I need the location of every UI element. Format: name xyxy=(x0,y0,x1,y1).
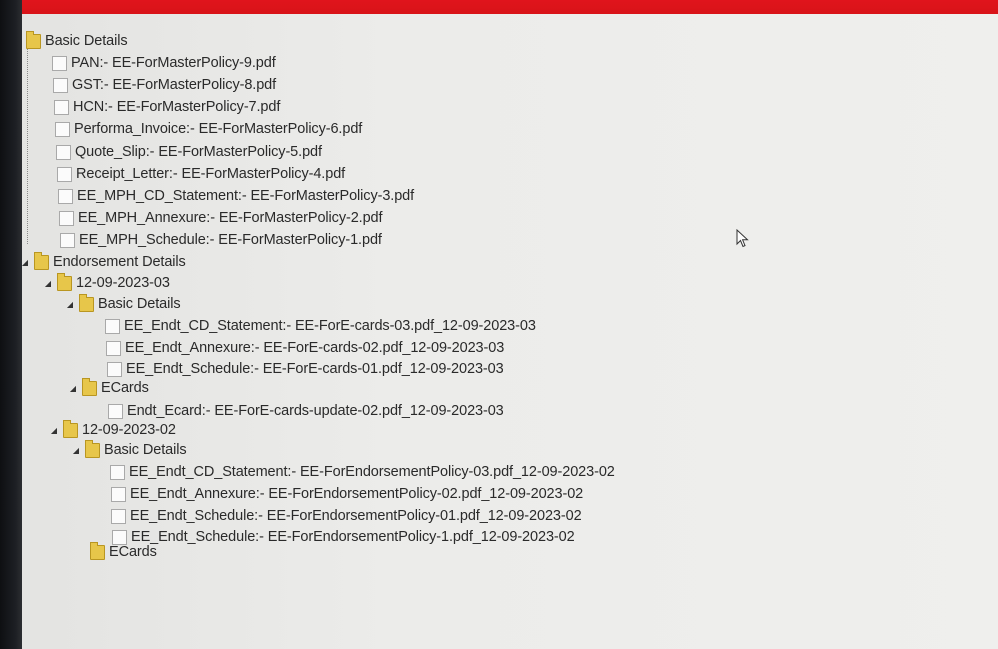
file-label: Receipt_Letter:- EE-ForMasterPolicy-4.pd… xyxy=(76,166,346,182)
folder-endorsement-details[interactable]: ◢ Endorsement Details xyxy=(16,251,186,272)
file-item[interactable]: HCN:- EE-ForMasterPolicy-7.pdf xyxy=(54,97,280,117)
file-icon xyxy=(58,188,73,204)
folder-endorsement-date[interactable]: ◢ 12-09-2023-03 xyxy=(39,272,170,293)
tree-connector xyxy=(27,44,28,244)
file-icon xyxy=(106,340,121,356)
folder-ecards[interactable]: ECards xyxy=(90,541,157,562)
file-label: HCN:- EE-ForMasterPolicy-7.pdf xyxy=(73,99,281,115)
file-label: EE_Endt_CD_Statement:- EE-ForE-cards-03.… xyxy=(124,318,536,334)
folder-endorsement-date[interactable]: ◢ 12-09-2023-02 xyxy=(45,419,176,440)
file-item[interactable]: Quote_Slip:- EE-ForMasterPolicy-5.pdf xyxy=(56,142,322,162)
file-label: EE_MPH_Schedule:- EE-ForMasterPolicy-1.p… xyxy=(79,232,382,248)
expanded-toggle-icon[interactable]: ◢ xyxy=(67,440,85,460)
file-item[interactable]: EE_Endt_Annexure:- EE-ForE-cards-02.pdf_… xyxy=(106,338,504,358)
file-icon xyxy=(55,121,70,137)
file-icon xyxy=(57,166,72,182)
file-label: EE_Endt_Schedule:- EE-ForEndorsementPoli… xyxy=(130,508,582,524)
expanded-toggle-icon[interactable]: ◢ xyxy=(45,420,63,440)
top-red-bar xyxy=(0,0,998,14)
file-label: Quote_Slip:- EE-ForMasterPolicy-5.pdf xyxy=(75,144,322,160)
file-icon xyxy=(54,99,69,115)
folder-label: Endorsement Details xyxy=(53,254,186,270)
folder-label: ECards xyxy=(101,380,149,396)
expanded-toggle-icon[interactable]: ◢ xyxy=(61,294,79,314)
folder-icon xyxy=(90,541,105,560)
mouse-cursor-icon xyxy=(736,229,749,248)
file-item[interactable]: EE_Endt_Schedule:- EE-ForEndorsementPoli… xyxy=(111,506,582,526)
file-label: EE_Endt_Annexure:- EE-ForE-cards-02.pdf_… xyxy=(125,340,505,356)
folder-label: 12-09-2023-03 xyxy=(76,275,170,291)
folder-icon xyxy=(57,272,72,291)
folder-basic-details[interactable]: ◢ Basic Details xyxy=(67,439,187,460)
folder-icon xyxy=(34,251,49,270)
folder-label: Basic Details xyxy=(98,296,181,312)
file-item[interactable]: EE_MPH_CD_Statement:- EE-ForMasterPolicy… xyxy=(58,186,414,206)
folder-ecards[interactable]: ◢ ECards xyxy=(64,377,149,398)
file-item[interactable]: EE_Endt_CD_Statement:- EE-ForEndorsement… xyxy=(110,462,615,482)
file-label: Performa_Invoice:- EE-ForMasterPolicy-6.… xyxy=(74,121,363,137)
file-icon xyxy=(52,55,67,71)
file-item[interactable]: EE_Endt_Annexure:- EE-ForEndorsementPoli… xyxy=(111,484,583,504)
file-label: EE_Endt_Annexure:- EE-ForEndorsementPoli… xyxy=(130,486,584,502)
file-icon xyxy=(56,144,71,160)
expanded-toggle-icon[interactable]: ◢ xyxy=(64,378,82,398)
tree-panel: ◢ Basic Details PAN:- EE-ForMasterPolicy… xyxy=(0,14,998,649)
file-icon xyxy=(53,77,68,93)
file-label: PAN:- EE-ForMasterPolicy-9.pdf xyxy=(71,55,276,71)
file-item[interactable]: EE_Endt_Schedule:- EE-ForEndorsementPoli… xyxy=(112,527,575,547)
file-label: Endt_Ecard:- EE-ForE-cards-update-02.pdf… xyxy=(127,403,504,419)
file-item[interactable]: Receipt_Letter:- EE-ForMasterPolicy-4.pd… xyxy=(57,164,345,184)
folder-basic-details[interactable]: ◢ Basic Details xyxy=(8,30,128,51)
folder-label: ECards xyxy=(109,544,157,560)
folder-label: Basic Details xyxy=(104,442,187,458)
file-item[interactable]: Endt_Ecard:- EE-ForE-cards-update-02.pdf… xyxy=(108,401,504,421)
file-item[interactable]: EE_MPH_Schedule:- EE-ForMasterPolicy-1.p… xyxy=(60,230,382,250)
expanded-toggle-icon[interactable]: ◢ xyxy=(39,273,57,293)
file-icon xyxy=(59,210,74,226)
folder-icon xyxy=(85,439,100,458)
screen-bezel xyxy=(0,0,22,649)
file-icon xyxy=(108,403,123,419)
file-item[interactable]: EE_MPH_Annexure:- EE-ForMasterPolicy-2.p… xyxy=(59,208,383,228)
file-label: EE_Endt_Schedule:- EE-ForEndorsementPoli… xyxy=(131,529,575,545)
folder-label: 12-09-2023-02 xyxy=(82,422,176,438)
file-label: EE_MPH_Annexure:- EE-ForMasterPolicy-2.p… xyxy=(78,210,383,226)
file-icon xyxy=(105,318,120,334)
folder-icon xyxy=(63,419,78,438)
file-item[interactable]: Performa_Invoice:- EE-ForMasterPolicy-6.… xyxy=(55,119,362,139)
folder-icon xyxy=(26,30,41,49)
file-label: EE_Endt_Schedule:- EE-ForE-cards-01.pdf_… xyxy=(126,361,504,377)
folder-basic-details[interactable]: ◢ Basic Details xyxy=(61,293,181,314)
file-label: EE_MPH_CD_Statement:- EE-ForMasterPolicy… xyxy=(77,188,415,204)
folder-icon xyxy=(79,293,94,312)
file-label: EE_Endt_CD_Statement:- EE-ForEndorsement… xyxy=(129,464,615,480)
folder-label: Basic Details xyxy=(45,33,128,49)
folder-icon xyxy=(82,377,97,396)
file-item[interactable]: GST:- EE-ForMasterPolicy-8.pdf xyxy=(53,75,276,95)
file-icon xyxy=(110,464,125,480)
file-icon xyxy=(60,232,75,248)
file-item[interactable]: PAN:- EE-ForMasterPolicy-9.pdf xyxy=(52,53,276,73)
file-item[interactable]: EE_Endt_CD_Statement:- EE-ForE-cards-03.… xyxy=(105,316,536,336)
file-label: GST:- EE-ForMasterPolicy-8.pdf xyxy=(72,77,277,93)
file-icon xyxy=(111,486,126,502)
file-icon xyxy=(111,508,126,524)
file-item[interactable]: EE_Endt_Schedule:- EE-ForE-cards-01.pdf_… xyxy=(107,359,504,379)
file-icon xyxy=(107,361,122,377)
